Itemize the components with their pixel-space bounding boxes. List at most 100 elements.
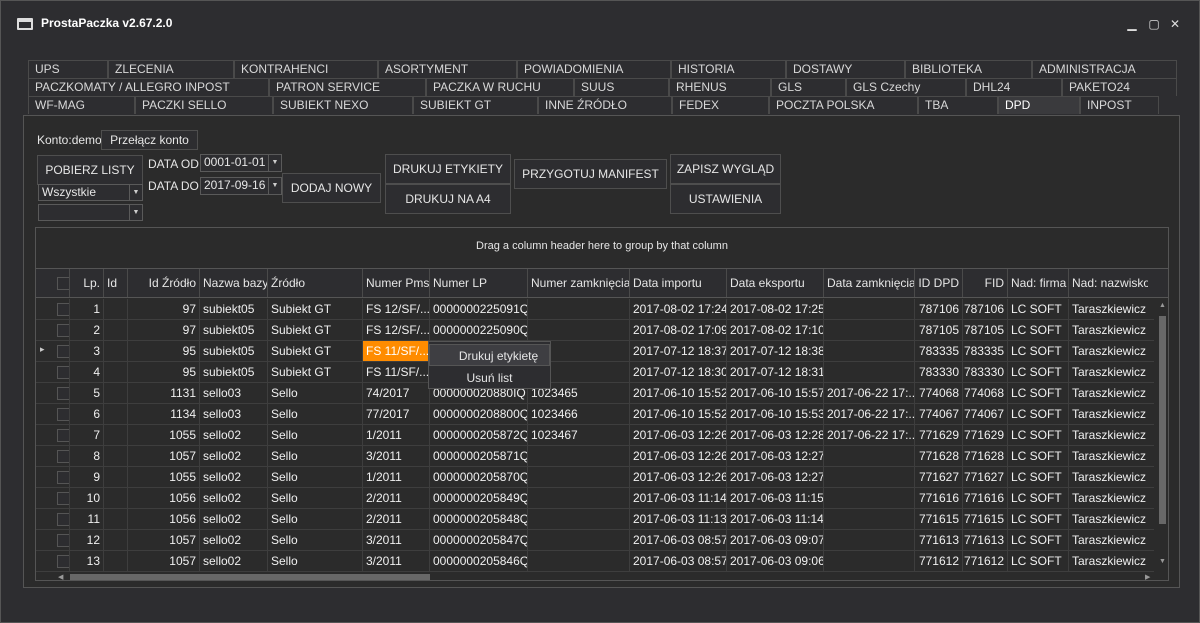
filter-select-2[interactable]: ▼	[38, 204, 143, 221]
table-cell[interactable]: 1055	[127, 425, 199, 445]
table-cell[interactable]: 1056	[127, 509, 199, 529]
tab-historia[interactable]: HISTORIA	[671, 60, 786, 78]
table-cell[interactable]: 771616	[914, 488, 962, 508]
table-cell[interactable]: 1131	[127, 383, 199, 403]
tab-suus[interactable]: SUUS	[574, 78, 669, 96]
scroll-up-icon[interactable]: ▲	[1159, 302, 1166, 309]
table-cell[interactable]: LC SOFT	[1007, 551, 1068, 571]
column-header[interactable]: Numer zamknięcia	[527, 269, 629, 297]
save-view-button[interactable]: ZAPISZ WYGLĄD	[670, 154, 781, 184]
table-cell[interactable]: 774067	[914, 404, 962, 424]
table-row[interactable]: 9 1055 sello02 Sello 1/2011 0000000205870Q 201…	[36, 467, 1154, 488]
table-cell[interactable]: 771613	[914, 530, 962, 550]
table-cell[interactable]	[103, 551, 127, 571]
table-cell[interactable]: LC SOFT	[1007, 425, 1068, 445]
column-header[interactable]: Nazwa bazy	[199, 269, 267, 297]
table-cell[interactable]: 1023466	[527, 404, 629, 424]
table-cell[interactable]: 3/2011	[362, 530, 429, 550]
table-cell[interactable]	[103, 404, 127, 424]
filter-select[interactable]: Wszystkie ▼	[38, 184, 143, 201]
table-cell[interactable]: 97	[127, 299, 199, 319]
table-cell[interactable]: 2017-07-12 18:38	[726, 341, 823, 361]
table-cell[interactable]: sello02	[199, 509, 267, 529]
table-cell[interactable]: 2/2011	[362, 509, 429, 529]
table-cell[interactable]: 0000000225090Q	[429, 320, 527, 340]
table-cell[interactable]: 1056	[127, 488, 199, 508]
table-cell[interactable]: 3/2011	[362, 446, 429, 466]
table-cell[interactable]: FS 11/SF/...	[362, 362, 429, 382]
column-header[interactable]: Nad: nazwisko	[1068, 269, 1148, 297]
table-cell[interactable]: Subiekt GT	[267, 341, 362, 361]
tab-wf-mag[interactable]: WF-MAG	[28, 96, 135, 114]
table-cell[interactable]: 95	[127, 362, 199, 382]
table-cell[interactable]: 0000000205870Q	[429, 467, 527, 487]
table-cell[interactable]: 2017-08-02 17:24	[629, 299, 726, 319]
table-cell[interactable]: 1	[69, 299, 103, 319]
table-cell[interactable]: LC SOFT	[1007, 404, 1068, 424]
table-cell[interactable]: 8	[69, 446, 103, 466]
table-cell[interactable]: 771629	[914, 425, 962, 445]
table-cell[interactable]: 2017-06-03 12:26	[629, 425, 726, 445]
table-cell[interactable]	[823, 362, 914, 382]
table-cell[interactable]: LC SOFT	[1007, 530, 1068, 550]
table-cell[interactable]: 1134	[127, 404, 199, 424]
table-cell[interactable]: subiekt05	[199, 362, 267, 382]
table-cell[interactable]	[823, 530, 914, 550]
tab-inne-źródło[interactable]: INNE ŹRÓDŁO	[538, 96, 672, 114]
table-cell[interactable]: 771628	[962, 446, 1007, 466]
table-cell[interactable]: 2017-07-12 18:37	[629, 341, 726, 361]
table-cell[interactable]	[103, 425, 127, 445]
table-cell[interactable]: 95	[127, 341, 199, 361]
tab-gls[interactable]: GLS	[771, 78, 846, 96]
table-cell[interactable]: Taraszkiewicz	[1068, 530, 1148, 550]
table-cell[interactable]	[103, 383, 127, 403]
table-cell[interactable]: 2017-06-03 08:57	[629, 530, 726, 550]
column-header[interactable]: Numer LP	[429, 269, 527, 297]
vertical-scroll-thumb[interactable]	[1159, 316, 1166, 524]
table-cell[interactable]: 2017-06-03 11:15	[726, 488, 823, 508]
table-cell[interactable]: Sello	[267, 383, 362, 403]
table-cell[interactable]: 0000000205846Q	[429, 551, 527, 571]
table-row[interactable]: 11 1056 sello02 Sello 2/2011 0000000205848Q 20…	[36, 509, 1154, 530]
table-cell[interactable]: 0000000208800Q	[429, 404, 527, 424]
table-cell[interactable]: 2017-06-10 15:52	[629, 383, 726, 403]
table-cell[interactable]: 0000000205849Q	[429, 488, 527, 508]
table-cell[interactable]	[823, 446, 914, 466]
tab-rhenus[interactable]: RHENUS	[669, 78, 771, 96]
tab-paczkomaty-allegro-inpost[interactable]: PACZKOMATY / ALLEGRO INPOST	[28, 78, 269, 96]
table-row[interactable]: 8 1057 sello02 Sello 3/2011 0000000205871Q 201…	[36, 446, 1154, 467]
print-labels-button[interactable]: DRUKUJ ETYKIETY	[385, 154, 511, 184]
scroll-left-icon[interactable]: ◀	[58, 573, 63, 580]
table-cell[interactable]: 2017-06-03 12:27	[726, 467, 823, 487]
table-cell[interactable]: 9	[69, 467, 103, 487]
table-cell[interactable]: 2017-06-03 11:14	[629, 488, 726, 508]
table-cell[interactable]: Sello	[267, 425, 362, 445]
column-header[interactable]: Nad: firma	[1007, 269, 1068, 297]
prepare-manifest-button[interactable]: PRZYGOTUJ MANIFEST	[514, 159, 667, 189]
table-row[interactable]: 10 1056 sello02 Sello 2/2011 0000000205849Q 20…	[36, 488, 1154, 509]
table-cell[interactable]: 2017-06-03 12:27	[726, 446, 823, 466]
column-header[interactable]: FID	[962, 269, 1007, 297]
table-cell[interactable]: 2017-06-22 17:...	[823, 383, 914, 403]
table-cell[interactable]: Sello	[267, 488, 362, 508]
table-cell[interactable]	[103, 341, 127, 361]
table-cell[interactable]: sello03	[199, 383, 267, 403]
table-cell[interactable]: 12	[69, 530, 103, 550]
table-cell[interactable]: 74/2017	[362, 383, 429, 403]
table-cell[interactable]: 787106	[914, 299, 962, 319]
table-cell[interactable]: 2017-06-03 11:14	[726, 509, 823, 529]
table-row[interactable]: 1 97 subiekt05 Subiekt GT FS 12/SF/... 000000…	[36, 299, 1154, 320]
table-cell[interactable]: Taraszkiewicz	[1068, 488, 1148, 508]
table-cell[interactable]	[103, 320, 127, 340]
table-cell[interactable]: 10	[69, 488, 103, 508]
table-row[interactable]: ▸ 3 95 subiekt05 Subiekt GT FS 11/SF/... 2017-…	[36, 341, 1154, 362]
tab-patron-service[interactable]: PATRON SERVICE	[269, 78, 426, 96]
table-cell[interactable]	[527, 299, 629, 319]
table-cell[interactable]: Taraszkiewicz	[1068, 320, 1148, 340]
table-cell[interactable]: sello02	[199, 467, 267, 487]
table-cell[interactable]	[823, 551, 914, 571]
table-cell[interactable]: 2017-08-02 17:25	[726, 299, 823, 319]
table-cell[interactable]: 1023467	[527, 425, 629, 445]
column-header[interactable]: Numer Pms	[362, 269, 429, 297]
table-cell[interactable]: 1057	[127, 446, 199, 466]
